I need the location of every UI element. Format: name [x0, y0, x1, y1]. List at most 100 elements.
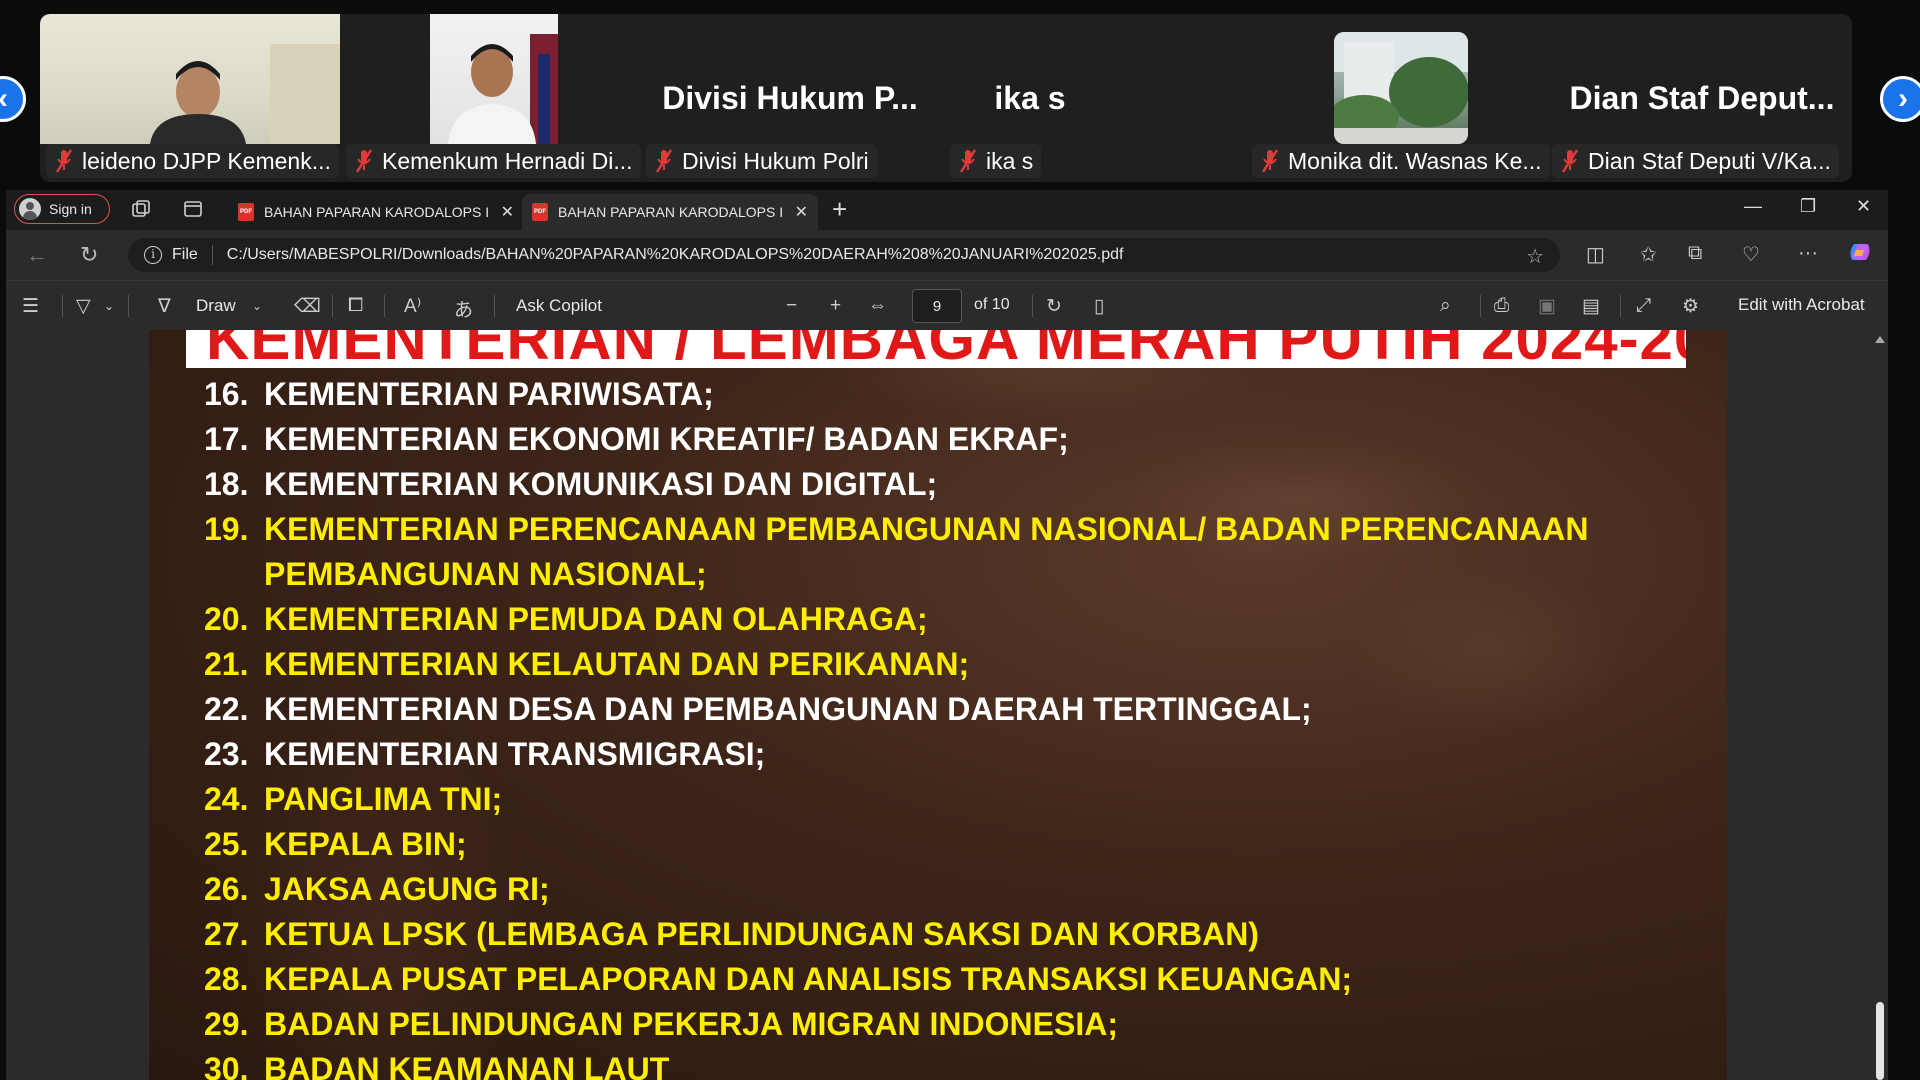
edit-with-acrobat-button[interactable]: Edit with Acrobat — [1738, 295, 1865, 315]
page-number-input[interactable] — [912, 289, 962, 323]
ask-copilot-button[interactable]: Ask Copilot — [516, 296, 602, 316]
highlight-icon[interactable]: ▽ — [76, 295, 91, 318]
list-item: 25. KEPALA BIN; — [204, 822, 1704, 867]
pdf-page-slide: KEMENTERIAN / LEMBAGA MERAH PUTIH 2024-2… — [149, 330, 1727, 1080]
list-item-text: JAKSA AGUNG RI; — [264, 871, 550, 907]
list-item-number: 23. — [204, 736, 249, 772]
list-item-number: 24. — [204, 781, 249, 817]
list-item: 18. KEMENTERIAN KOMUNIKASI DAN DIGITAL; — [204, 462, 1704, 507]
back-arrow-icon[interactable]: ← — [26, 242, 48, 268]
fit-to-page-icon[interactable]: ⇔ — [868, 295, 887, 317]
translate-icon[interactable]: あ — [454, 295, 473, 322]
list-item-number: 28. — [204, 961, 249, 997]
copilot-icon[interactable] — [1846, 238, 1874, 272]
tab-title: BAHAN PAPARAN KARODALOPS I — [264, 204, 490, 220]
list-item-number: 30. — [204, 1051, 249, 1080]
person-silhouette — [150, 44, 340, 144]
search-icon[interactable]: ⌕ — [1440, 295, 1451, 317]
list-item-text: KEMENTERIAN DESA DAN PEMBANGUNAN DAERAH … — [264, 691, 1312, 727]
page-view-icon[interactable]: ▯ — [1094, 295, 1104, 318]
participant-name-tag: Monika dit. Wasnas Ke... — [1252, 144, 1550, 178]
sign-in-button[interactable]: Sign in — [14, 194, 110, 224]
close-tab-icon[interactable]: ✕ — [795, 202, 808, 222]
save-icon[interactable]: ▣ — [1538, 295, 1556, 318]
list-item-number: 21. — [204, 646, 249, 682]
list-item: 21. KEMENTERIAN KELAUTAN DAN PERIKANAN; — [204, 642, 1704, 687]
list-item: 26. JAKSA AGUNG RI; — [204, 867, 1704, 912]
draw-pen-icon[interactable]: ∇ — [158, 295, 171, 318]
info-icon[interactable]: i — [144, 246, 162, 264]
participant-name: Monika dit. Wasnas Ke... — [1288, 148, 1542, 174]
new-tab-button[interactable]: + — [832, 194, 847, 225]
participant-tile[interactable]: Monika dit. Wasnas Ke... — [1246, 14, 1550, 182]
fullscreen-icon[interactable]: ⤢ — [1636, 295, 1651, 317]
save-as-icon[interactable]: ▤ — [1582, 295, 1600, 318]
address-bar[interactable]: i File C:/Users/MABESPOLRI/Downloads/BAH… — [128, 238, 1560, 272]
browser-tab[interactable]: PDF BAHAN PAPARAN KARODALOPS I ✕ — [228, 194, 524, 230]
restore-window-icon[interactable]: ❐ — [1800, 196, 1816, 217]
chevron-left-icon: ‹ — [0, 82, 8, 116]
browser-tab-active[interactable]: PDF BAHAN PAPARAN KARODALOPS I ✕ — [522, 194, 818, 230]
chevron-down-icon[interactable]: ⌄ — [252, 299, 262, 313]
list-item-text: PEMBANGUNAN NASIONAL; — [264, 556, 707, 592]
mic-off-icon — [960, 148, 976, 174]
list-item-text: KEMENTERIAN KELAUTAN DAN PERIKANAN; — [264, 646, 970, 682]
more-options-icon[interactable]: ··· — [1798, 242, 1818, 265]
divider — [1480, 295, 1481, 317]
zoom-out-icon[interactable]: − — [786, 295, 797, 317]
print-icon[interactable]: ⎙ — [1494, 295, 1509, 317]
building-photo — [1334, 32, 1468, 144]
pdf-file-icon: PDF — [238, 203, 254, 221]
close-tab-icon[interactable]: ✕ — [501, 202, 514, 222]
participant-name-tag: Dian Staf Deputi V/Ka... — [1552, 144, 1839, 178]
chevron-right-icon: › — [1898, 82, 1908, 115]
rotate-icon[interactable]: ↻ — [1046, 295, 1062, 318]
next-participants-button[interactable]: › — [1880, 76, 1920, 122]
list-item: 16. KEMENTERIAN PARIWISATA; — [204, 372, 1704, 417]
tab-bar: Sign in PDF BAHAN PAPARAN KARODALOPS I ✕… — [6, 190, 1888, 230]
divider — [1032, 295, 1033, 317]
list-item-number: 26. — [204, 871, 249, 907]
split-screen-icon[interactable]: ◫ — [1586, 242, 1605, 267]
scroll-up-arrow-icon[interactable] — [1875, 336, 1885, 343]
list-item-number: 19. — [204, 511, 249, 547]
refresh-icon[interactable]: ↻ — [80, 242, 98, 268]
tab-actions-icon[interactable] — [182, 198, 204, 220]
collections-icon[interactable]: ⧉ — [1688, 242, 1702, 265]
list-item: 19. KEMENTERIAN PERENCANAAN PEMBANGUNAN N… — [204, 507, 1704, 552]
read-aloud-icon[interactable]: A⁾ — [404, 295, 421, 318]
contents-list-icon[interactable]: ☰ — [22, 295, 39, 318]
favorite-star-icon[interactable]: ☆ — [1526, 244, 1544, 269]
chevron-down-icon[interactable]: ⌄ — [104, 299, 114, 313]
settings-gear-icon[interactable]: ⚙ — [1682, 295, 1699, 318]
participant-tile[interactable]: Kemenkum Hernadi Di... — [340, 14, 641, 182]
participant-tile[interactable]: ika s ika s — [940, 14, 1240, 182]
minimize-window-icon[interactable]: — — [1744, 196, 1762, 217]
browser-essentials-icon[interactable]: ♡ — [1742, 242, 1760, 267]
url-text: C:/Users/MABESPOLRI/Downloads/BAHAN%20PA… — [226, 246, 1124, 263]
mic-off-icon — [356, 148, 372, 174]
pdf-viewer[interactable]: KEMENTERIAN / LEMBAGA MERAH PUTIH 2024-2… — [6, 330, 1888, 1080]
eraser-icon[interactable]: ⌫ — [294, 295, 321, 318]
pdf-file-icon: PDF — [532, 203, 548, 221]
mic-off-icon — [1562, 148, 1578, 174]
divider — [384, 295, 385, 317]
favorites-icon[interactable]: ✩ — [1640, 242, 1657, 267]
vertical-scrollbar[interactable] — [1872, 330, 1888, 1080]
profile-avatar-icon — [19, 198, 41, 220]
close-window-icon[interactable]: ✕ — [1856, 196, 1871, 217]
add-text-icon[interactable]: ⧠ — [348, 295, 363, 317]
list-item-number: 18. — [204, 466, 249, 502]
list-item-text: PANGLIMA TNI; — [264, 781, 503, 817]
list-item-text: KETUA LPSK (LEMBAGA PERLINDUNGAN SAKSI D… — [264, 916, 1259, 952]
list-item: 30. BADAN KEAMANAN LAUT — [204, 1047, 1704, 1080]
participant-tile[interactable]: leideno DJPP Kemenk... — [40, 14, 340, 182]
list-item: 27. KETUA LPSK (LEMBAGA PERLINDUNGAN SAKS… — [204, 912, 1704, 957]
divider — [494, 295, 495, 317]
draw-label[interactable]: Draw — [196, 296, 236, 316]
workspaces-icon[interactable] — [130, 198, 152, 220]
participant-tile[interactable]: Dian Staf Deput... Dian Staf Deputi V/Ka… — [1546, 14, 1846, 182]
zoom-in-icon[interactable]: + — [830, 295, 841, 317]
scrollbar-thumb[interactable] — [1876, 1002, 1884, 1080]
previous-participants-button[interactable]: ‹ — [0, 76, 26, 122]
